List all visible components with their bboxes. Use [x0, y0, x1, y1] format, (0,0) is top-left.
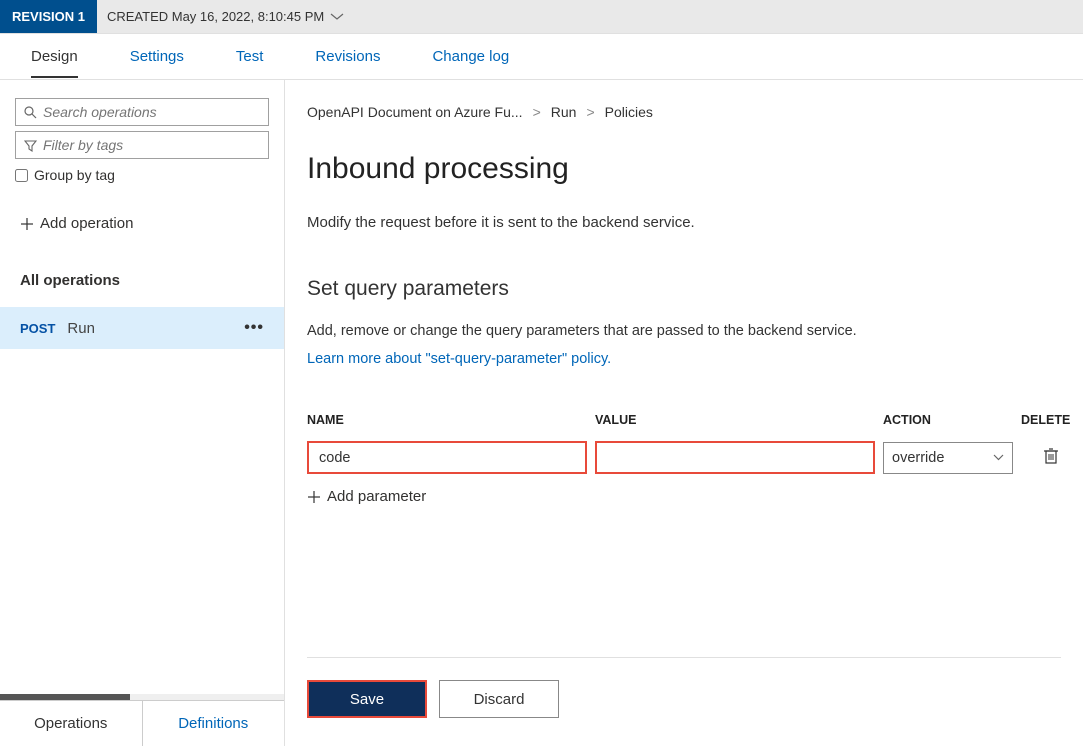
filter-box[interactable]	[15, 131, 269, 159]
group-by-tag-label: Group by tag	[34, 167, 115, 183]
filter-input[interactable]	[43, 137, 260, 153]
operation-item-left: POST Run	[20, 320, 95, 337]
sidebar: Group by tag Add operation All operation…	[0, 80, 285, 746]
revision-badge[interactable]: REVISION 1	[0, 0, 97, 33]
sidebar-controls: Group by tag	[0, 98, 284, 183]
all-operations-header[interactable]: All operations	[0, 272, 284, 289]
created-label: CREATED May 16, 2022, 8:10:45 PM	[107, 9, 324, 24]
discard-button[interactable]: Discard	[439, 680, 559, 718]
main-panel: OpenAPI Document on Azure Fu... > Run > …	[285, 80, 1083, 746]
page-title: Inbound processing	[307, 152, 1061, 186]
footer: Save Discard	[307, 657, 1061, 746]
tab-definitions[interactable]: Definitions	[143, 701, 285, 746]
tab-operations[interactable]: Operations	[0, 701, 143, 746]
search-box[interactable]	[15, 98, 269, 126]
breadcrumb-sep: >	[533, 104, 541, 120]
delete-cell	[1021, 447, 1081, 468]
table-header: NAME VALUE ACTION DELETE	[307, 413, 1061, 441]
learn-more-link[interactable]: Learn more about "set-query-parameter" p…	[307, 351, 1061, 367]
param-value-input[interactable]	[595, 441, 875, 474]
breadcrumb-root[interactable]: OpenAPI Document on Azure Fu...	[307, 104, 523, 120]
col-name: NAME	[307, 413, 587, 427]
col-action: ACTION	[883, 413, 1013, 427]
trash-icon[interactable]	[1043, 447, 1059, 465]
section-title: Set query parameters	[307, 277, 1061, 301]
filter-icon	[24, 139, 37, 152]
section-description: Add, remove or change the query paramete…	[307, 323, 1061, 339]
tab-test[interactable]: Test	[220, 36, 280, 77]
top-bar: REVISION 1 CREATED May 16, 2022, 8:10:45…	[0, 0, 1083, 34]
param-action-select[interactable]: override	[883, 442, 1013, 474]
more-options-icon[interactable]: •••	[244, 319, 264, 337]
tab-design[interactable]: Design	[15, 36, 94, 77]
col-delete: DELETE	[1021, 413, 1081, 427]
page-subtitle: Modify the request before it is sent to …	[307, 214, 1061, 231]
tabs-bar: Design Settings Test Revisions Change lo…	[0, 34, 1083, 80]
breadcrumb-policies: Policies	[605, 104, 653, 120]
chevron-down-icon	[330, 13, 344, 21]
sidebar-bottom-tabs: Operations Definitions	[0, 700, 284, 746]
table-row: override	[307, 441, 1061, 474]
created-timestamp[interactable]: CREATED May 16, 2022, 8:10:45 PM	[107, 9, 344, 24]
operation-name: Run	[67, 320, 95, 337]
tab-revisions[interactable]: Revisions	[299, 36, 396, 77]
breadcrumb-sep: >	[586, 104, 594, 120]
sidebar-bottom: Operations Definitions	[0, 694, 284, 746]
search-input[interactable]	[43, 104, 260, 120]
operation-method-badge: POST	[20, 321, 55, 336]
chevron-down-icon	[993, 454, 1004, 461]
query-params-table: NAME VALUE ACTION DELETE override	[307, 413, 1061, 474]
plus-icon	[307, 490, 321, 504]
breadcrumb: OpenAPI Document on Azure Fu... > Run > …	[307, 104, 1061, 120]
param-name-input[interactable]	[307, 441, 587, 474]
col-value: VALUE	[595, 413, 875, 427]
group-by-tag-checkbox[interactable]	[15, 169, 28, 182]
param-action-value: override	[892, 450, 944, 466]
tab-settings[interactable]: Settings	[114, 36, 200, 77]
content-area: Group by tag Add operation All operation…	[0, 80, 1083, 746]
plus-icon	[20, 217, 34, 231]
save-button[interactable]: Save	[307, 680, 427, 718]
group-by-tag-row[interactable]: Group by tag	[15, 167, 269, 183]
add-operation-button[interactable]: Add operation	[0, 215, 284, 232]
add-operation-label: Add operation	[40, 215, 133, 232]
operation-item-run[interactable]: POST Run •••	[0, 307, 284, 349]
breadcrumb-run[interactable]: Run	[551, 104, 577, 120]
tab-changelog[interactable]: Change log	[416, 36, 525, 77]
search-icon	[24, 106, 37, 119]
add-parameter-button[interactable]: Add parameter	[307, 488, 1061, 505]
add-parameter-label: Add parameter	[327, 488, 426, 505]
